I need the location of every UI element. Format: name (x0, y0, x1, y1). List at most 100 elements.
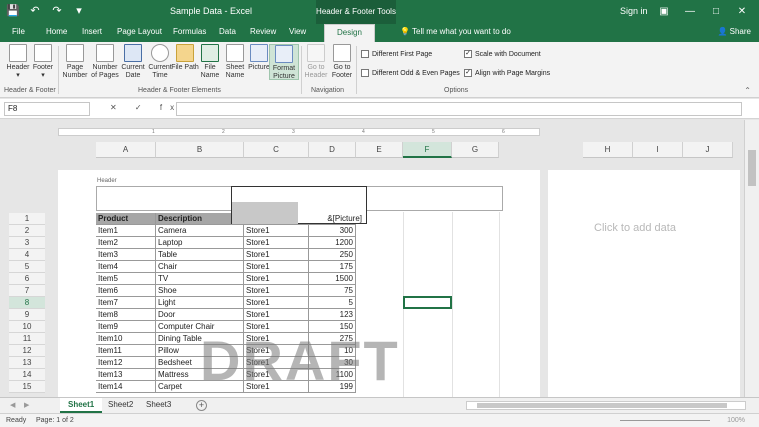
minimize-icon[interactable]: — (677, 2, 703, 22)
row-header-5[interactable]: 5 (9, 261, 45, 273)
table-cell[interactable]: 300 (309, 225, 356, 237)
tab-insert[interactable]: Insert (82, 27, 102, 36)
row-header-6[interactable]: 6 (9, 273, 45, 285)
format-picture-button[interactable]: Format Picture (269, 44, 299, 80)
table-cell[interactable]: Item8 (96, 309, 156, 321)
vertical-scroll-thumb[interactable] (748, 150, 756, 186)
table-cell[interactable]: Item12 (96, 357, 156, 369)
formula-input[interactable] (176, 102, 742, 116)
table-cell[interactable]: Item5 (96, 273, 156, 285)
table-cell[interactable]: Item3 (96, 249, 156, 261)
tab-file[interactable]: File (12, 27, 25, 36)
table-cell[interactable]: Light (156, 297, 244, 309)
table-cell[interactable]: Store1 (244, 297, 309, 309)
horizontal-scrollbar[interactable] (466, 401, 746, 410)
table-cell[interactable]: 5 (309, 297, 356, 309)
column-header-d[interactable]: D (309, 142, 356, 158)
table-cell[interactable]: Item13 (96, 369, 156, 381)
table-cell[interactable]: Store1 (244, 237, 309, 249)
table-cell[interactable]: Store1 (244, 225, 309, 237)
table-cell[interactable]: Item6 (96, 285, 156, 297)
table-cell[interactable]: Store1 (244, 285, 309, 297)
table-cell[interactable]: 75 (309, 285, 356, 297)
different-first-page-checkbox[interactable]: Different First Page (361, 50, 432, 58)
table-cell[interactable]: Door (156, 309, 244, 321)
footer-button[interactable]: Footer ▾ (28, 44, 58, 80)
table-cell[interactable]: Camera (156, 225, 244, 237)
table-cell[interactable]: 250 (309, 249, 356, 261)
table-cell[interactable]: Store1 (244, 273, 309, 285)
horizontal-scroll-thumb[interactable] (477, 403, 727, 408)
ribbon-display-options-icon[interactable]: ▣ (651, 2, 677, 22)
table-cell[interactable]: Item14 (96, 381, 156, 393)
name-box[interactable]: F8 (4, 102, 90, 116)
row-header-1[interactable]: 1 (9, 213, 45, 225)
table-cell[interactable]: Item9 (96, 321, 156, 333)
save-icon[interactable]: 💾 (6, 4, 20, 17)
table-cell[interactable]: Item2 (96, 237, 156, 249)
table-cell[interactable]: TV (156, 273, 244, 285)
column-header-j[interactable]: J (683, 142, 733, 158)
table-cell[interactable]: 1500 (309, 273, 356, 285)
row-header-12[interactable]: 12 (9, 345, 45, 357)
vertical-scrollbar[interactable] (744, 120, 759, 397)
row-header-3[interactable]: 3 (9, 237, 45, 249)
table-header-cell[interactable]: Product (96, 213, 156, 225)
go-to-footer-button[interactable]: Go to Footer (327, 44, 357, 80)
table-cell[interactable]: 123 (309, 309, 356, 321)
table-cell[interactable]: Store1 (244, 309, 309, 321)
table-cell[interactable]: 1200 (309, 237, 356, 249)
column-header-h[interactable]: H (583, 142, 633, 158)
current-date-button[interactable]: Current Date (118, 44, 148, 80)
table-cell[interactable]: Store1 (244, 249, 309, 261)
row-header-10[interactable]: 10 (9, 321, 45, 333)
header-center-section[interactable]: &[Picture] (231, 186, 367, 224)
table-cell[interactable]: 175 (309, 261, 356, 273)
tell-me-search[interactable]: 💡 Tell me what you want to do (400, 27, 511, 36)
tab-page-layout[interactable]: Page Layout (117, 27, 162, 36)
customize-qat-icon[interactable]: ▾ (72, 4, 86, 17)
sheet-tab-3[interactable]: Sheet3 (138, 398, 179, 413)
sheet-tab-2[interactable]: Sheet2 (100, 398, 141, 413)
table-cell[interactable]: Table (156, 249, 244, 261)
tab-review[interactable]: Review (250, 27, 276, 36)
row-header-9[interactable]: 9 (9, 309, 45, 321)
table-cell[interactable]: Item7 (96, 297, 156, 309)
row-header-15[interactable]: 15 (9, 381, 45, 393)
next-sheet-icon[interactable]: ▶ (24, 401, 29, 409)
scale-with-document-checkbox[interactable]: ✓ Scale with Document (464, 50, 541, 58)
column-header-b[interactable]: B (156, 142, 244, 158)
redo-icon[interactable]: ↷ (50, 4, 64, 17)
column-header-g[interactable]: G (452, 142, 499, 158)
table-cell[interactable]: Item10 (96, 333, 156, 345)
column-header-a[interactable]: A (96, 142, 156, 158)
table-cell[interactable]: Store1 (244, 261, 309, 273)
table-cell[interactable]: Item1 (96, 225, 156, 237)
column-header-c[interactable]: C (244, 142, 309, 158)
add-sheet-icon[interactable]: + (196, 400, 207, 411)
click-to-add-data[interactable]: Click to add data (594, 222, 676, 234)
row-header-14[interactable]: 14 (9, 369, 45, 381)
page-number-button[interactable]: Page Number (60, 44, 90, 80)
table-cell[interactable]: Item4 (96, 261, 156, 273)
row-header-11[interactable]: 11 (9, 333, 45, 345)
row-header-4[interactable]: 4 (9, 249, 45, 261)
row-header-2[interactable]: 2 (9, 225, 45, 237)
share-button[interactable]: 👤 Share (717, 27, 751, 36)
tab-formulas[interactable]: Formulas (173, 27, 206, 36)
table-cell[interactable]: Shoe (156, 285, 244, 297)
collapse-ribbon-icon[interactable]: ⌃ (744, 86, 751, 95)
tab-data[interactable]: Data (219, 27, 236, 36)
table-cell[interactable]: Laptop (156, 237, 244, 249)
align-with-margins-checkbox[interactable]: ✓ Align with Page Margins (464, 69, 550, 77)
selected-cell-f8[interactable] (403, 296, 452, 309)
sign-in-link[interactable]: Sign in (620, 6, 648, 16)
number-of-pages-button[interactable]: Number of Pages (90, 44, 120, 80)
zoom-slider[interactable] (620, 420, 710, 421)
row-header-13[interactable]: 13 (9, 357, 45, 369)
prev-sheet-icon[interactable]: ◀ (10, 401, 15, 409)
sheet-tab-1[interactable]: Sheet1 (60, 398, 103, 413)
tab-home[interactable]: Home (46, 27, 67, 36)
column-header-e[interactable]: E (356, 142, 403, 158)
table-cell[interactable]: Item11 (96, 345, 156, 357)
